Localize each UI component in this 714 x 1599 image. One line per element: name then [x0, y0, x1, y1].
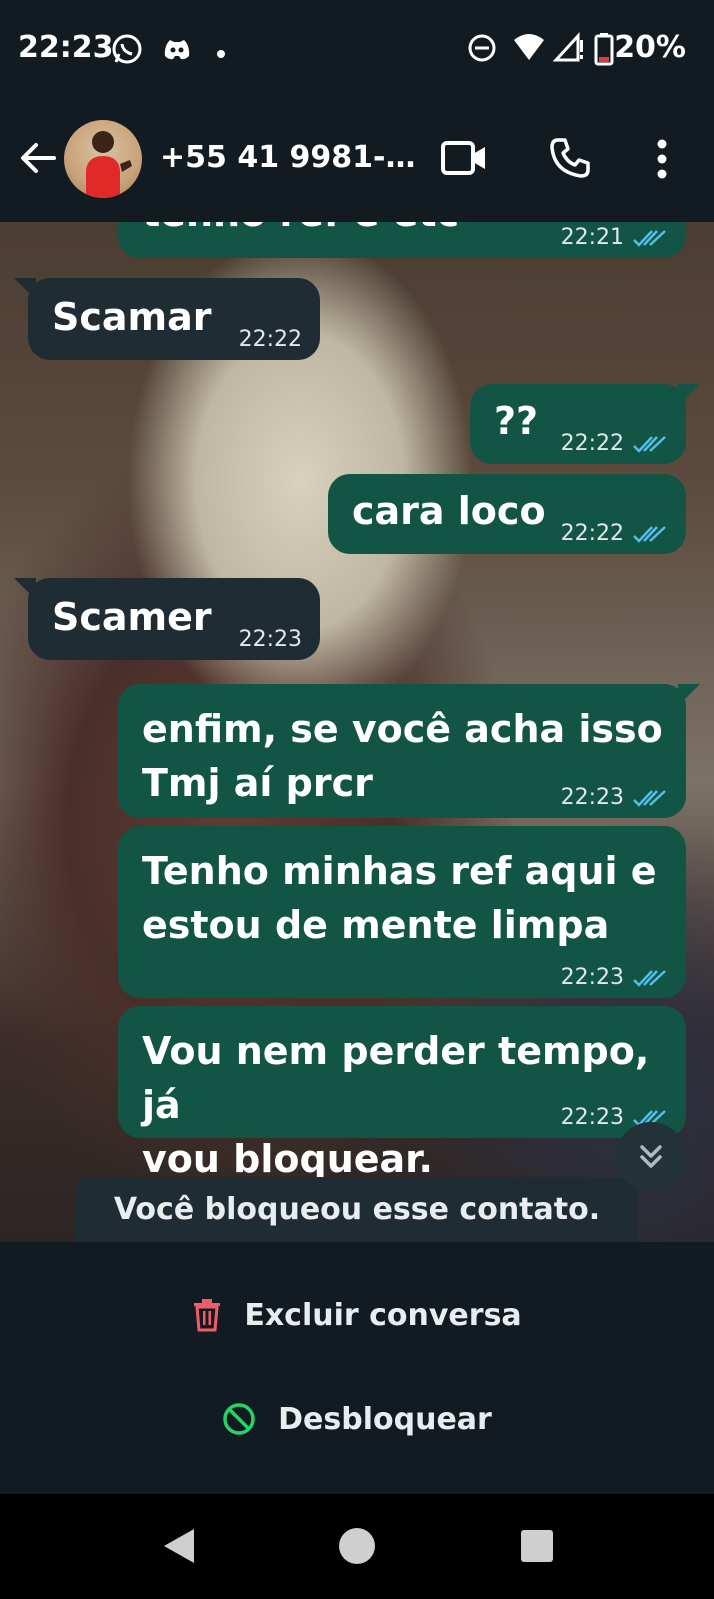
message-bubble-outgoing[interactable]: cara loco 22:22: [328, 474, 686, 554]
unblock-button[interactable]: Desbloquear: [0, 1384, 714, 1454]
read-ticks-icon: [633, 229, 666, 247]
message-time: 22:23: [560, 1105, 624, 1130]
discord-icon: [160, 32, 194, 70]
message-bubble-outgoing[interactable]: tenho ref e etc 22:21: [118, 222, 686, 258]
video-call-icon[interactable]: [440, 136, 488, 184]
message-time: 22:23: [560, 965, 624, 990]
message-meta: 22:23: [239, 627, 302, 652]
chat-header: +55 41 9981-…: [0, 100, 714, 222]
message-meta: 22:21: [561, 225, 668, 250]
message-bubble-outgoing[interactable]: ?? 22:22: [470, 384, 700, 464]
bubble-tail: [14, 578, 36, 600]
bubble-tail: [678, 684, 700, 706]
double-chevron-down-icon: [640, 1145, 662, 1168]
message-bubble-outgoing[interactable]: Vou nem perder tempo, já vou bloquear. 2…: [118, 1006, 686, 1181]
whatsapp-chat-screen: 22:23 20% +55 41 9981-… 22:21 Scamar 22:…: [0, 0, 714, 1599]
message-time: 22:22: [560, 521, 624, 546]
message-text: tenho ref e etc: [142, 222, 459, 240]
whatsapp-icon: [110, 32, 144, 70]
do-not-disturb-icon: [466, 32, 498, 68]
battery-icon: [594, 32, 614, 70]
battery-percentage: 20%: [614, 30, 686, 65]
read-ticks-icon: [633, 435, 666, 453]
message-meta: 22:22: [561, 431, 668, 456]
chat-messages-area[interactable]: tenho ref e etc 22:21 Scamar 22:22 ?? 22…: [0, 222, 714, 1242]
back-triangle-icon[interactable]: [160, 1526, 198, 1570]
wifi-icon: [512, 32, 546, 68]
unblock-label: Desbloquear: [278, 1401, 492, 1437]
read-ticks-icon: [633, 969, 666, 987]
contact-name[interactable]: +55 41 9981-…: [160, 140, 415, 175]
voice-call-icon[interactable]: [548, 136, 592, 184]
bubble-tail: [678, 384, 700, 406]
message-text: cara loco: [352, 489, 546, 533]
message-text: Scamer: [52, 595, 212, 639]
signal-icon: [552, 32, 586, 68]
recents-square-icon[interactable]: [519, 1528, 555, 1568]
read-ticks-icon: [633, 789, 666, 807]
message-bubble-incoming[interactable]: Scamer 22:23: [14, 578, 320, 660]
back-arrow-icon[interactable]: [18, 138, 58, 178]
message-time: 22:21: [560, 225, 624, 250]
avatar[interactable]: [64, 120, 142, 198]
status-time: 22:23: [18, 30, 114, 65]
notification-dot-icon: [216, 44, 226, 63]
read-ticks-icon: [633, 525, 666, 543]
message-time: 22:22: [560, 431, 624, 456]
message-meta: 22:23: [561, 785, 668, 810]
message-text: Tenho minhas ref aqui e estou de mente l…: [142, 849, 657, 947]
blocked-actions-panel: Excluir conversa Desbloquear: [0, 1242, 714, 1494]
message-bubble-outgoing[interactable]: Tenho minhas ref aqui e estou de mente l…: [118, 826, 686, 998]
bubble-tail: [14, 278, 36, 300]
message-bubble-outgoing[interactable]: enfim, se você acha isso Tmj aí prcr 22:…: [118, 684, 700, 818]
message-meta: 22:23: [561, 965, 668, 990]
delete-chat-label: Excluir conversa: [244, 1297, 522, 1333]
message-time: 22:22: [238, 327, 302, 352]
more-options-icon[interactable]: [654, 138, 670, 184]
status-bar: 22:23 20%: [0, 0, 714, 100]
blocked-contact-notice: Você bloqueou esse contato.: [76, 1177, 638, 1242]
message-time: 22:23: [560, 785, 624, 810]
android-navigation-bar: [0, 1494, 714, 1599]
delete-chat-button[interactable]: Excluir conversa: [0, 1280, 714, 1350]
message-text: ??: [494, 399, 539, 443]
message-meta: 22:22: [239, 327, 302, 352]
message-text: Scamar: [52, 295, 212, 339]
block-icon: [223, 1403, 255, 1435]
message-meta: 22:22: [561, 521, 668, 546]
home-circle-icon[interactable]: [337, 1526, 377, 1570]
message-time: 22:23: [238, 627, 302, 652]
trash-icon: [194, 1299, 221, 1332]
message-bubble-incoming[interactable]: Scamar 22:22: [14, 278, 320, 360]
scroll-to-bottom-button[interactable]: [616, 1122, 686, 1192]
